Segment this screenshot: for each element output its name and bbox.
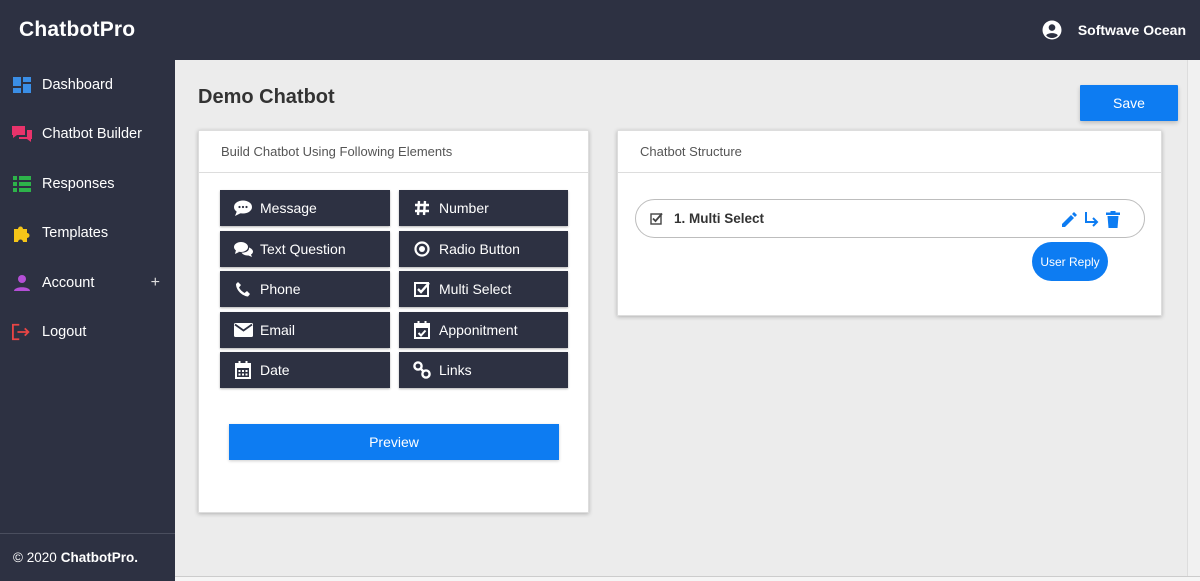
- envelope-icon: [233, 321, 253, 339]
- element-label: Message: [260, 200, 317, 216]
- build-elements-panel: Build Chatbot Using Following Elements M…: [198, 130, 589, 513]
- page-scrollbar[interactable]: [1187, 60, 1200, 576]
- elements-grid: Message Number Text Question Radio Butto…: [220, 190, 568, 388]
- brand-logo[interactable]: ChatbotPro: [19, 18, 135, 42]
- element-label: Links: [439, 362, 472, 378]
- user-avatar-icon: [1042, 20, 1062, 40]
- top-navbar: ChatbotPro Softwave Ocean: [0, 0, 1200, 60]
- sidebar-item-dashboard[interactable]: Dashboard: [0, 60, 175, 110]
- logout-icon: [12, 322, 32, 342]
- panel-title: Chatbot Structure: [618, 131, 1161, 173]
- element-email-button[interactable]: Email: [220, 311, 390, 348]
- save-button[interactable]: Save: [1080, 85, 1178, 121]
- list-icon: [12, 174, 32, 194]
- dashboard-icon: [12, 75, 32, 95]
- panel-title: Build Chatbot Using Following Elements: [199, 131, 588, 173]
- element-label: Radio Button: [439, 240, 520, 257]
- sidebar-item-chatbot-builder[interactable]: Chatbot Builder: [0, 110, 175, 160]
- person-icon: [12, 273, 32, 293]
- user-menu[interactable]: Softwave Ocean: [1042, 20, 1186, 40]
- checkbox-icon: [650, 212, 663, 225]
- sidebar: Dashboard Chatbot Builder Responses Temp…: [0, 60, 175, 581]
- preview-button[interactable]: Preview: [229, 424, 559, 460]
- sidebar-footer: © 2020 ChatbotPro.: [0, 533, 175, 581]
- expand-plus-icon[interactable]: +: [151, 274, 160, 292]
- trash-icon[interactable]: [1104, 210, 1122, 228]
- element-label: Number: [439, 200, 489, 216]
- edit-pencil-icon[interactable]: [1060, 210, 1078, 228]
- sidebar-item-label: Responses: [42, 175, 115, 192]
- element-label: Apponitment: [439, 321, 518, 338]
- radio-icon: [412, 240, 432, 258]
- element-appointment-button[interactable]: Apponitment: [399, 311, 568, 348]
- footer-brand: ChatbotPro.: [60, 550, 138, 565]
- element-date-button[interactable]: Date: [220, 352, 390, 388]
- phone-icon: [233, 280, 253, 298]
- hash-icon: [412, 199, 432, 217]
- sidebar-item-label: Chatbot Builder: [42, 126, 142, 143]
- element-phone-button[interactable]: Phone: [220, 271, 390, 307]
- user-name: Softwave Ocean: [1077, 22, 1186, 38]
- calendar-check-icon: [412, 320, 432, 339]
- link-icon: [412, 361, 432, 379]
- speech-bubble-icon: [233, 199, 253, 217]
- element-text-question-button[interactable]: Text Question: [220, 230, 390, 267]
- sidebar-item-label: Templates: [42, 225, 109, 242]
- sidebar-item-label: Logout: [42, 324, 87, 341]
- sidebar-item-label: Account: [42, 274, 95, 291]
- checkbox-icon: [412, 280, 432, 298]
- copyright-text: © 2020: [13, 550, 57, 565]
- sidebar-item-templates[interactable]: Templates: [0, 209, 175, 259]
- puzzle-icon: [12, 223, 32, 243]
- element-label: Email: [260, 321, 296, 338]
- chat-icon: [12, 124, 32, 144]
- structure-item-label: 1. Multi Select: [674, 211, 765, 226]
- sidebar-item-label: Dashboard: [42, 76, 113, 93]
- sidebar-item-logout[interactable]: Logout: [0, 308, 175, 358]
- page-title: Demo Chatbot: [198, 86, 335, 108]
- element-message-button[interactable]: Message: [220, 190, 390, 226]
- sidebar-item-responses[interactable]: Responses: [0, 159, 175, 209]
- element-label: Multi Select: [439, 281, 512, 297]
- element-label: Text Question: [260, 240, 346, 257]
- element-label: Date: [260, 362, 290, 378]
- element-radio-button[interactable]: Radio Button: [399, 230, 568, 267]
- element-multi-select-button[interactable]: Multi Select: [399, 271, 568, 307]
- calendar-icon: [233, 361, 253, 379]
- comments-icon: [233, 240, 253, 258]
- chatbot-structure-panel: Chatbot Structure 1. Multi Select User R…: [617, 130, 1162, 316]
- structure-item[interactable]: 1. Multi Select: [635, 199, 1145, 238]
- bottom-tab-strip: [175, 576, 1200, 581]
- user-reply-button[interactable]: User Reply: [1032, 242, 1108, 281]
- reply-arrow-icon[interactable]: [1082, 210, 1100, 228]
- element-links-button[interactable]: Links: [399, 352, 568, 388]
- element-number-button[interactable]: Number: [399, 190, 568, 226]
- element-label: Phone: [260, 281, 301, 297]
- sidebar-item-account[interactable]: Account +: [0, 258, 175, 308]
- structure-item-actions: [1060, 210, 1122, 228]
